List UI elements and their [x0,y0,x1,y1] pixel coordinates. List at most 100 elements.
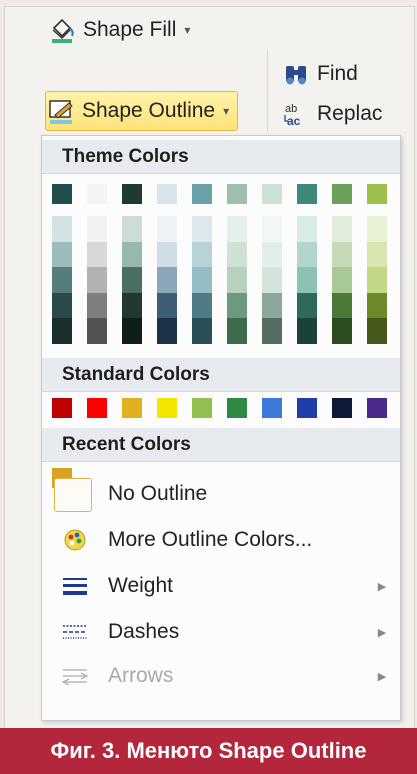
theme-color-swatch[interactable] [87,184,107,204]
ribbon-drawing-group: Shape Fill ▾ Shape Outline ▾ Find ab ac … [5,7,414,135]
theme-color-swatch[interactable] [122,184,142,204]
standard-color-swatch[interactable] [297,398,317,418]
standard-color-swatch[interactable] [262,398,282,418]
theme-colors-header: Theme Colors [42,140,400,174]
theme-shade-swatch[interactable] [332,267,352,293]
screenshot-frame: Shape Fill ▾ Shape Outline ▾ Find ab ac … [4,6,415,730]
recent-colors-header: Recent Colors [42,428,400,462]
standard-color-swatch[interactable] [52,398,72,418]
theme-shade-column [367,216,387,344]
theme-shade-swatch[interactable] [52,292,72,319]
theme-shade-swatch[interactable] [227,216,247,242]
theme-shade-swatch[interactable] [367,241,387,268]
theme-color-swatch[interactable] [192,184,212,204]
theme-shade-swatch[interactable] [297,216,317,242]
theme-shade-column [52,216,72,344]
theme-shade-swatch[interactable] [262,318,282,344]
theme-shade-swatch[interactable] [157,216,177,242]
theme-shade-swatch[interactable] [367,318,387,344]
theme-shade-swatch[interactable] [332,318,352,344]
standard-color-swatch[interactable] [227,398,247,418]
replace-label: Replac [317,102,383,125]
more-outline-colors-item[interactable]: More Outline Colors... [42,520,400,560]
standard-color-swatch[interactable] [192,398,212,418]
theme-color-swatch[interactable] [52,184,72,204]
ribbon-separator [267,49,268,131]
shape-outline-label: Shape Outline [82,99,216,122]
find-button[interactable]: Find [281,55,358,93]
theme-shade-swatch[interactable] [227,241,247,268]
theme-color-swatch[interactable] [227,184,247,204]
theme-shade-column [332,216,352,344]
theme-shade-swatch[interactable] [122,292,142,319]
theme-shade-swatch[interactable] [87,267,107,293]
weight-item[interactable]: Weight ▶ [42,566,400,606]
theme-shade-swatch[interactable] [122,267,142,293]
theme-shade-swatch[interactable] [332,241,352,268]
theme-shade-swatch[interactable] [87,241,107,268]
theme-shade-swatch[interactable] [52,216,72,242]
theme-shade-swatch[interactable] [52,241,72,268]
theme-shade-swatch[interactable] [52,267,72,293]
theme-color-swatch[interactable] [332,184,352,204]
theme-shade-swatch[interactable] [297,292,317,319]
theme-shade-swatch[interactable] [52,318,72,344]
theme-shade-swatch[interactable] [192,318,212,344]
theme-color-swatch[interactable] [157,184,177,204]
shape-outline-button[interactable]: Shape Outline ▾ [45,91,239,131]
theme-shade-swatch[interactable] [332,292,352,319]
theme-shade-swatch[interactable] [367,292,387,319]
theme-shade-swatch[interactable] [157,292,177,319]
chevron-down-icon: ▾ [184,23,191,37]
no-outline-item[interactable]: No Outline [42,474,400,514]
theme-shade-swatch[interactable] [262,241,282,268]
theme-shade-column [87,216,107,344]
theme-shade-swatch[interactable] [262,292,282,319]
standard-color-swatch[interactable] [87,398,107,418]
theme-shade-column [262,216,282,344]
replace-icon: ab ac [281,99,311,129]
theme-shade-swatch[interactable] [192,241,212,268]
theme-shade-swatch[interactable] [227,292,247,319]
theme-shade-swatch[interactable] [297,318,317,344]
line-weight-icon [42,576,108,596]
theme-shade-swatch[interactable] [157,267,177,293]
theme-shade-swatch[interactable] [157,241,177,268]
dashes-item[interactable]: Dashes ▶ [42,612,400,652]
theme-shade-swatch[interactable] [122,216,142,242]
theme-color-swatch[interactable] [262,184,282,204]
theme-shade-swatch[interactable] [297,241,317,268]
shape-fill-button[interactable]: Shape Fill ▾ [47,11,190,49]
theme-shade-swatch[interactable] [122,241,142,268]
theme-shade-swatch[interactable] [297,267,317,293]
theme-shade-swatch[interactable] [332,216,352,242]
theme-shade-swatch[interactable] [87,318,107,344]
theme-shade-swatch[interactable] [192,216,212,242]
theme-shade-swatch[interactable] [87,292,107,319]
theme-color-swatch[interactable] [297,184,317,204]
theme-shade-swatch[interactable] [122,318,142,344]
theme-shade-swatch[interactable] [262,267,282,293]
theme-color-swatch[interactable] [367,184,387,204]
submenu-arrow-icon: ▶ [377,626,387,639]
theme-shade-column [157,216,177,344]
theme-shade-swatch[interactable] [157,318,177,344]
shape-outline-menu: Theme Colors Standard Colors Recent Colo… [41,135,401,721]
svg-text:ac: ac [287,114,301,128]
theme-shade-swatch[interactable] [367,216,387,242]
arrows-item[interactable]: Arrows ▶ [42,656,400,696]
theme-shade-swatch[interactable] [227,267,247,293]
standard-color-swatch[interactable] [332,398,352,418]
submenu-arrow-icon: ▶ [377,670,387,683]
theme-shade-swatch[interactable] [87,216,107,242]
standard-color-swatch[interactable] [122,398,142,418]
theme-shade-swatch[interactable] [227,318,247,344]
standard-color-swatch[interactable] [157,398,177,418]
theme-shade-swatch[interactable] [367,267,387,293]
replace-button[interactable]: ab ac Replac [281,95,382,133]
theme-shade-swatch[interactable] [192,292,212,319]
standard-color-swatch[interactable] [367,398,387,418]
theme-shade-swatch[interactable] [192,267,212,293]
theme-shade-swatch[interactable] [262,216,282,242]
shape-fill-label: Shape Fill [83,18,177,41]
